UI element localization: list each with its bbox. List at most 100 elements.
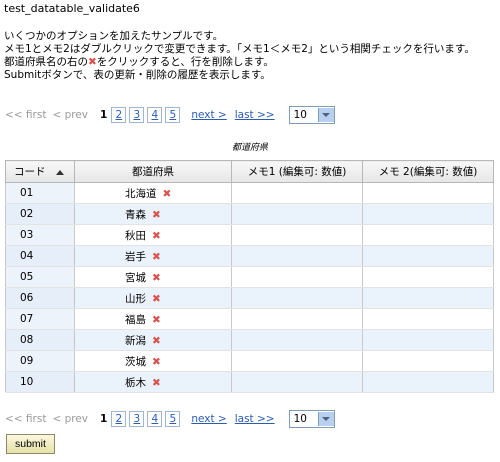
code-cell: 05	[5, 266, 75, 288]
memo2-cell[interactable]	[362, 224, 494, 246]
table-header-row: コード 都道府県 メモ1 (編集可: 数値) メモ 2(編集可: 数値)	[5, 160, 494, 183]
page-link[interactable]: 4	[147, 411, 163, 427]
description-line: 都道府県名の右の✖をクリックすると、行を削除します。	[4, 56, 475, 69]
prefecture-cell: 山形 ✖	[74, 287, 232, 309]
column-header-label: コード	[14, 166, 46, 178]
memo1-cell[interactable]	[231, 308, 363, 330]
page-title: test_datatable_validate6	[4, 2, 140, 15]
memo1-cell[interactable]	[231, 203, 363, 225]
code-cell: 08	[5, 329, 75, 351]
prefecture-name: 宮城	[125, 271, 146, 284]
column-header-prefecture[interactable]: 都道府県	[74, 160, 232, 183]
description-text: 都道府県名の右の	[4, 56, 88, 68]
prefecture-name: 茨城	[125, 355, 146, 368]
description-line: いくつかのオプションを加えたサンプルです。	[4, 30, 224, 42]
prefecture-name: 山形	[125, 292, 146, 305]
memo2-cell[interactable]	[362, 182, 494, 204]
memo1-cell[interactable]	[231, 350, 363, 372]
memo2-cell[interactable]	[362, 350, 494, 372]
table-row: 04 岩手 ✖	[5, 245, 494, 267]
column-header-memo1[interactable]: メモ1 (編集可: 数値)	[231, 160, 363, 183]
memo1-cell[interactable]	[231, 182, 363, 204]
next-link[interactable]: next >	[191, 109, 226, 121]
code-cell: 10	[5, 371, 75, 393]
code-cell: 07	[5, 308, 75, 330]
current-page: 1	[100, 109, 108, 121]
delete-icon[interactable]: ✖	[163, 188, 172, 200]
page-link[interactable]: 3	[129, 107, 145, 123]
memo1-cell[interactable]	[231, 371, 363, 393]
prefecture-name: 福島	[125, 313, 146, 326]
prefecture-cell: 福島 ✖	[74, 308, 232, 330]
table-row: 02 青森 ✖	[5, 203, 494, 225]
page-link[interactable]: 5	[165, 411, 181, 427]
description-line: メモ1とメモ2はダブルクリックで変更できます。「メモ1＜メモ2」という相関チェッ…	[4, 43, 475, 55]
prefecture-name: 秋田	[125, 229, 146, 242]
page-size-value: 10	[293, 413, 307, 425]
chevron-down-icon[interactable]	[317, 412, 334, 426]
delete-icon[interactable]: ✖	[152, 209, 161, 221]
column-header-code[interactable]: コード	[5, 160, 75, 183]
prefecture-cell: 北海道 ✖	[74, 182, 232, 204]
description-line: Submitボタンで、表の更新・削除の履歴を表示します。	[4, 69, 271, 81]
code-cell: 03	[5, 224, 75, 246]
prefecture-cell: 宮城 ✖	[74, 266, 232, 288]
memo2-cell[interactable]	[362, 203, 494, 225]
prev-link[interactable]: < prev	[52, 109, 88, 121]
last-link[interactable]: last >>	[235, 413, 275, 425]
page-size-select[interactable]: 10	[288, 106, 335, 124]
prefecture-name: 栃木	[125, 376, 146, 389]
memo2-cell[interactable]	[362, 329, 494, 351]
prefecture-cell: 茨城 ✖	[74, 350, 232, 372]
table-row: 03 秋田 ✖	[5, 224, 494, 246]
last-link[interactable]: last >>	[235, 109, 275, 121]
delete-icon[interactable]: ✖	[152, 251, 161, 263]
code-cell: 06	[5, 287, 75, 309]
prev-link[interactable]: < prev	[52, 413, 88, 425]
current-page: 1	[100, 413, 108, 425]
memo1-cell[interactable]	[231, 224, 363, 246]
code-cell: 01	[5, 182, 75, 204]
prefecture-cell: 秋田 ✖	[74, 224, 232, 246]
memo2-cell[interactable]	[362, 245, 494, 267]
delete-icon[interactable]: ✖	[152, 335, 161, 347]
delete-icon[interactable]: ✖	[152, 293, 161, 305]
table-row: 09 茨城 ✖	[5, 350, 494, 372]
page-link[interactable]: 5	[165, 107, 181, 123]
delete-icon[interactable]: ✖	[152, 314, 161, 326]
first-link[interactable]: << first	[5, 109, 46, 121]
prefecture-cell: 新潟 ✖	[74, 329, 232, 351]
delete-icon[interactable]: ✖	[152, 272, 161, 284]
chevron-down-icon[interactable]	[317, 108, 334, 122]
page-link[interactable]: 2	[111, 107, 127, 123]
table-row: 05 宮城 ✖	[5, 266, 494, 288]
delete-icon[interactable]: ✖	[152, 377, 161, 389]
memo2-cell[interactable]	[362, 308, 494, 330]
first-link[interactable]: << first	[5, 413, 46, 425]
memo1-cell[interactable]	[231, 266, 363, 288]
column-header-memo2[interactable]: メモ 2(編集可: 数値)	[362, 160, 494, 183]
table-row: 07 福島 ✖	[5, 308, 494, 330]
pager-bottom: << first < prev 1 2 3 4 5 next > last >>…	[5, 410, 335, 428]
memo2-cell[interactable]	[362, 371, 494, 393]
page-link[interactable]: 2	[111, 411, 127, 427]
memo1-cell[interactable]	[231, 287, 363, 309]
prefecture-table: コード 都道府県 メモ1 (編集可: 数値) メモ 2(編集可: 数値) 01 …	[5, 160, 494, 393]
table-row: 08 新潟 ✖	[5, 329, 494, 351]
page-size-value: 10	[293, 109, 307, 121]
submit-button[interactable]: submit	[6, 434, 55, 454]
prefecture-name: 岩手	[125, 250, 146, 263]
next-link[interactable]: next >	[191, 413, 226, 425]
prefecture-cell: 青森 ✖	[74, 203, 232, 225]
delete-icon[interactable]: ✖	[152, 230, 161, 242]
page-size-select[interactable]: 10	[288, 410, 335, 428]
table-caption: 都道府県	[231, 143, 268, 153]
prefecture-name: 新潟	[125, 334, 146, 347]
page-link[interactable]: 4	[147, 107, 163, 123]
memo2-cell[interactable]	[362, 266, 494, 288]
page-link[interactable]: 3	[129, 411, 145, 427]
memo1-cell[interactable]	[231, 329, 363, 351]
delete-icon[interactable]: ✖	[152, 356, 161, 368]
memo2-cell[interactable]	[362, 287, 494, 309]
memo1-cell[interactable]	[231, 245, 363, 267]
